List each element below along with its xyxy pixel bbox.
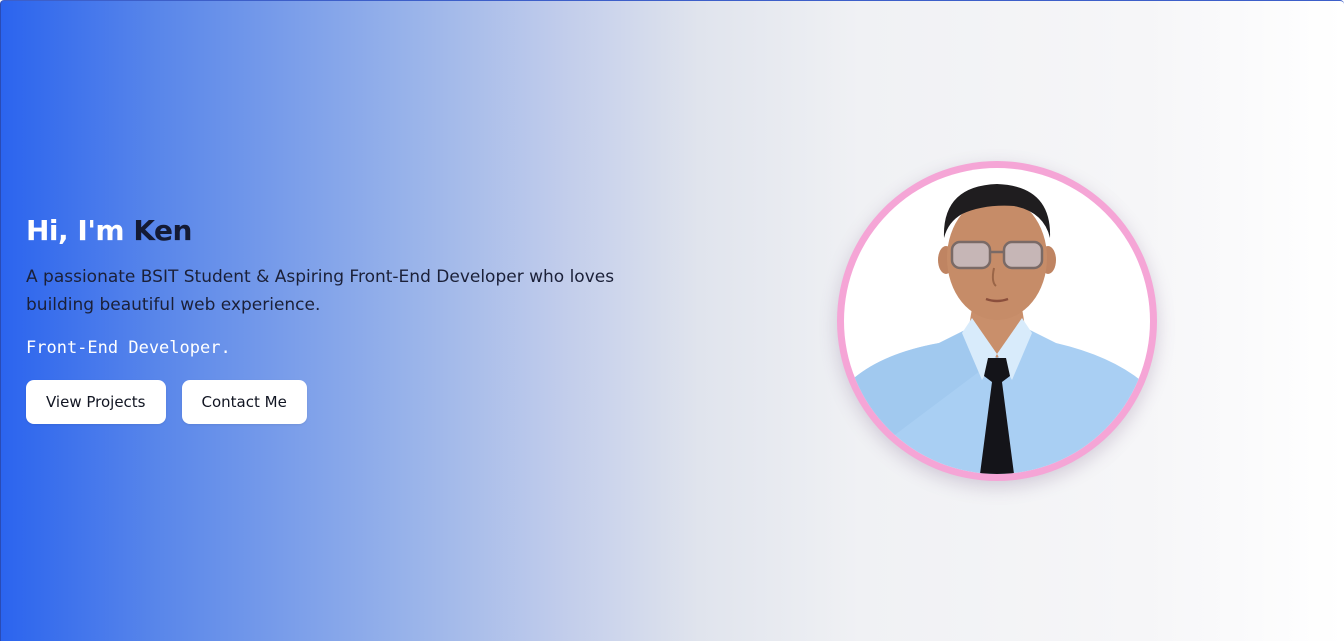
hero-actions: View Projects Contact Me bbox=[26, 380, 686, 424]
view-projects-button[interactable]: View Projects bbox=[26, 380, 166, 424]
hero-section: Hi, I'm Ken A passionate BSIT Student & … bbox=[0, 0, 1344, 641]
contact-me-button[interactable]: Contact Me bbox=[181, 380, 307, 424]
hero-greeting: Hi, I'm bbox=[26, 214, 125, 247]
hero-intro: Hi, I'm Ken A passionate BSIT Student & … bbox=[26, 209, 686, 424]
profile-photo-illustration bbox=[844, 184, 1150, 474]
hero-role-typed: Front-End Developer. bbox=[26, 338, 231, 358]
hero-tagline: A passionate BSIT Student & Aspiring Fro… bbox=[26, 267, 615, 315]
profile-photo bbox=[844, 168, 1150, 474]
hero-name: Ken bbox=[133, 214, 192, 247]
profile-photo-frame bbox=[837, 161, 1157, 481]
hero-headline: Hi, I'm Ken bbox=[26, 209, 686, 253]
